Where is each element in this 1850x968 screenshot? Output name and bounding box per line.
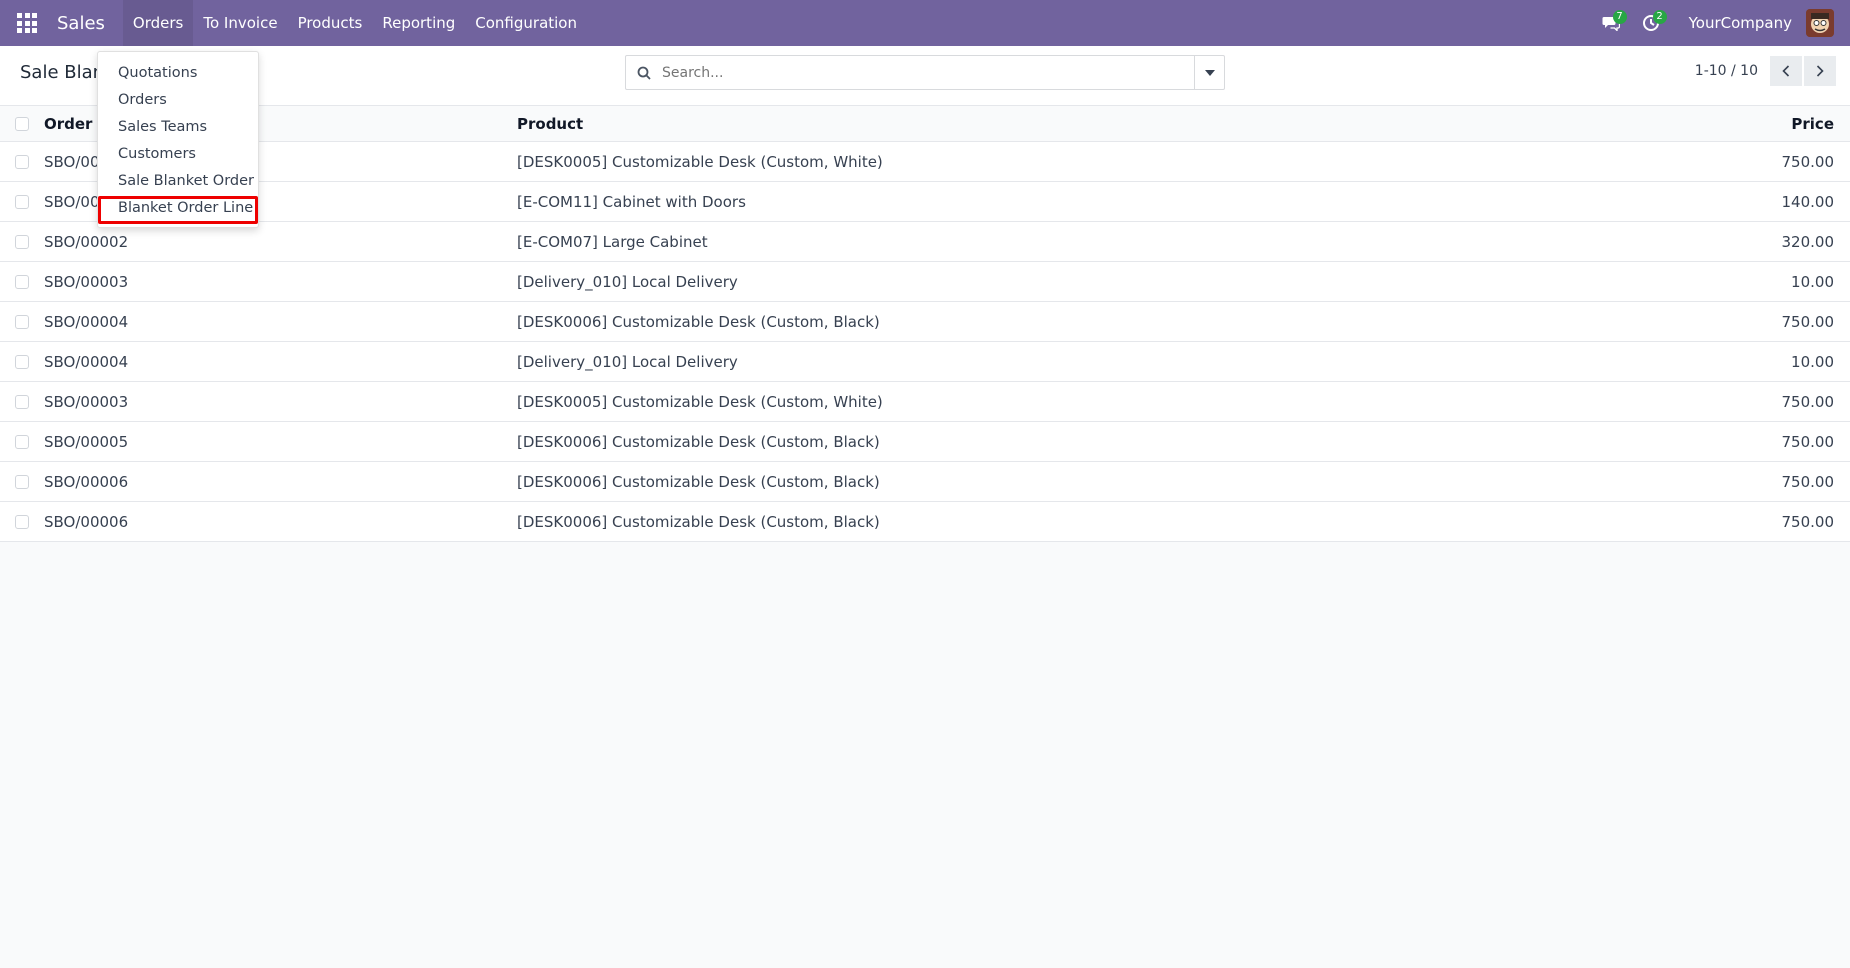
table-row[interactable]: SBO/00005 [DESK0006] Customizable Desk (C… bbox=[0, 422, 1850, 462]
cell-price: 140.00 bbox=[1781, 192, 1835, 211]
cell-product: [DESK0005] Customizable Desk (Custom, Wh… bbox=[517, 392, 883, 411]
row-checkbox[interactable] bbox=[15, 274, 29, 289]
app-name[interactable]: Sales bbox=[49, 13, 113, 34]
table-row[interactable]: SBO/00004 [Delivery_010] Local Delivery 10… bbox=[0, 342, 1850, 382]
pager: 1-10 / 10 bbox=[1695, 56, 1836, 86]
user-avatar[interactable] bbox=[1806, 9, 1834, 37]
pager-next-button[interactable] bbox=[1804, 56, 1836, 86]
control-panel: Sale Blank 1-10 / 10 bbox=[0, 46, 1850, 106]
apps-grid-icon[interactable] bbox=[17, 13, 37, 33]
list-view: Order Re Product Price SBO/000 [DESK0005]… bbox=[0, 106, 1850, 542]
table-row[interactable]: SBO/00002 [E-COM07] Large Cabinet 320.00 bbox=[0, 222, 1850, 262]
menu-to-invoice[interactable]: To Invoice bbox=[193, 0, 287, 46]
cell-price: 750.00 bbox=[1781, 312, 1835, 331]
pager-previous-button[interactable] bbox=[1770, 56, 1802, 86]
cell-order-reference: SBO/00004 bbox=[44, 312, 129, 331]
row-checkbox[interactable] bbox=[15, 474, 29, 489]
caret-down-icon bbox=[1204, 69, 1215, 76]
dropdown-item-orders[interactable]: Orders bbox=[98, 87, 258, 114]
top-navbar: Sales Orders To Invoice Products Reporti… bbox=[0, 0, 1850, 46]
column-header-price[interactable]: Price bbox=[1650, 115, 1850, 133]
cell-order-reference: SBO/00006 bbox=[44, 472, 129, 491]
table-row[interactable]: SBO/000 [DESK0005] Customizable Desk (Cus… bbox=[0, 142, 1850, 182]
cell-product: [DESK0006] Customizable Desk (Custom, Bl… bbox=[517, 432, 880, 451]
table-row[interactable]: SBO/00003 [Delivery_010] Local Delivery 10… bbox=[0, 262, 1850, 302]
cell-product: [E-COM07] Large Cabinet bbox=[517, 232, 708, 251]
row-checkbox[interactable] bbox=[15, 394, 29, 409]
activities-badge: 2 bbox=[1652, 10, 1667, 24]
cell-product: [Delivery_010] Local Delivery bbox=[517, 272, 738, 291]
cell-product: [E-COM11] Cabinet with Doors bbox=[517, 192, 746, 211]
menu-products[interactable]: Products bbox=[288, 0, 373, 46]
activities-icon[interactable]: 2 bbox=[1631, 0, 1671, 46]
menu-reporting[interactable]: Reporting bbox=[372, 0, 465, 46]
search-bar bbox=[625, 55, 1225, 90]
cell-order-reference: SBO/00002 bbox=[44, 232, 129, 251]
row-checkbox[interactable] bbox=[15, 434, 29, 449]
cell-price: 750.00 bbox=[1781, 432, 1835, 451]
menu-configuration[interactable]: Configuration bbox=[465, 0, 587, 46]
cell-price: 750.00 bbox=[1781, 152, 1835, 171]
dropdown-item-quotations[interactable]: Quotations bbox=[98, 60, 258, 87]
column-header-product[interactable]: Product bbox=[517, 115, 1650, 133]
search-icon bbox=[626, 66, 662, 80]
cell-price: 10.00 bbox=[1791, 352, 1834, 371]
messages-icon[interactable]: 7 bbox=[1591, 0, 1631, 46]
cell-order-reference: SBO/00003 bbox=[44, 272, 129, 291]
cell-product: [DESK0006] Customizable Desk (Custom, Bl… bbox=[517, 472, 880, 491]
cell-price: 10.00 bbox=[1791, 272, 1834, 291]
search-input[interactable] bbox=[662, 56, 1194, 89]
dropdown-item-customers[interactable]: Customers bbox=[98, 141, 258, 168]
chevron-right-icon bbox=[1816, 65, 1824, 77]
row-checkbox[interactable] bbox=[15, 514, 29, 529]
dropdown-item-blanket-order-line[interactable]: Blanket Order Line bbox=[98, 195, 258, 222]
cell-price: 750.00 bbox=[1781, 512, 1835, 531]
row-checkbox[interactable] bbox=[15, 194, 29, 209]
cell-order-reference: SBO/00005 bbox=[44, 432, 129, 451]
cell-price: 320.00 bbox=[1781, 232, 1835, 251]
row-checkbox[interactable] bbox=[15, 234, 29, 249]
cell-price: 750.00 bbox=[1781, 472, 1835, 491]
dropdown-item-sale-blanket-order[interactable]: Sale Blanket Order bbox=[98, 168, 258, 195]
chevron-left-icon bbox=[1782, 65, 1790, 77]
dropdown-item-sales-teams[interactable]: Sales Teams bbox=[98, 114, 258, 141]
table-row[interactable]: SBO/00006 [DESK0006] Customizable Desk (C… bbox=[0, 502, 1850, 542]
list-header: Order Re Product Price bbox=[0, 106, 1850, 142]
pager-value[interactable]: 1-10 / 10 bbox=[1695, 63, 1758, 79]
table-row[interactable]: SBO/000 [E-COM11] Cabinet with Doors 140.0… bbox=[0, 182, 1850, 222]
search-options-toggle[interactable] bbox=[1194, 56, 1224, 89]
table-row[interactable]: SBO/00003 [DESK0005] Customizable Desk (C… bbox=[0, 382, 1850, 422]
cell-product: [DESK0005] Customizable Desk (Custom, Wh… bbox=[517, 152, 883, 171]
row-checkbox[interactable] bbox=[15, 354, 29, 369]
company-switcher[interactable]: YourCompany bbox=[1689, 14, 1792, 32]
row-checkbox[interactable] bbox=[15, 154, 29, 169]
messages-badge: 7 bbox=[1612, 10, 1627, 24]
cell-order-reference: SBO/00006 bbox=[44, 512, 129, 531]
orders-dropdown-menu: Quotations Orders Sales Teams Customers … bbox=[97, 51, 259, 228]
cell-product: [DESK0006] Customizable Desk (Custom, Bl… bbox=[517, 312, 880, 331]
table-row[interactable]: SBO/00004 [DESK0006] Customizable Desk (C… bbox=[0, 302, 1850, 342]
cell-order-reference: SBO/00004 bbox=[44, 352, 129, 371]
row-checkbox[interactable] bbox=[15, 314, 29, 329]
cell-price: 750.00 bbox=[1781, 392, 1835, 411]
cell-order-reference: SBO/00003 bbox=[44, 392, 129, 411]
menu-orders[interactable]: Orders bbox=[122, 0, 194, 46]
cell-product: [DESK0006] Customizable Desk (Custom, Bl… bbox=[517, 512, 880, 531]
table-row[interactable]: SBO/00006 [DESK0006] Customizable Desk (C… bbox=[0, 462, 1850, 502]
cell-product: [Delivery_010] Local Delivery bbox=[517, 352, 738, 371]
select-all-checkbox[interactable] bbox=[15, 116, 29, 131]
